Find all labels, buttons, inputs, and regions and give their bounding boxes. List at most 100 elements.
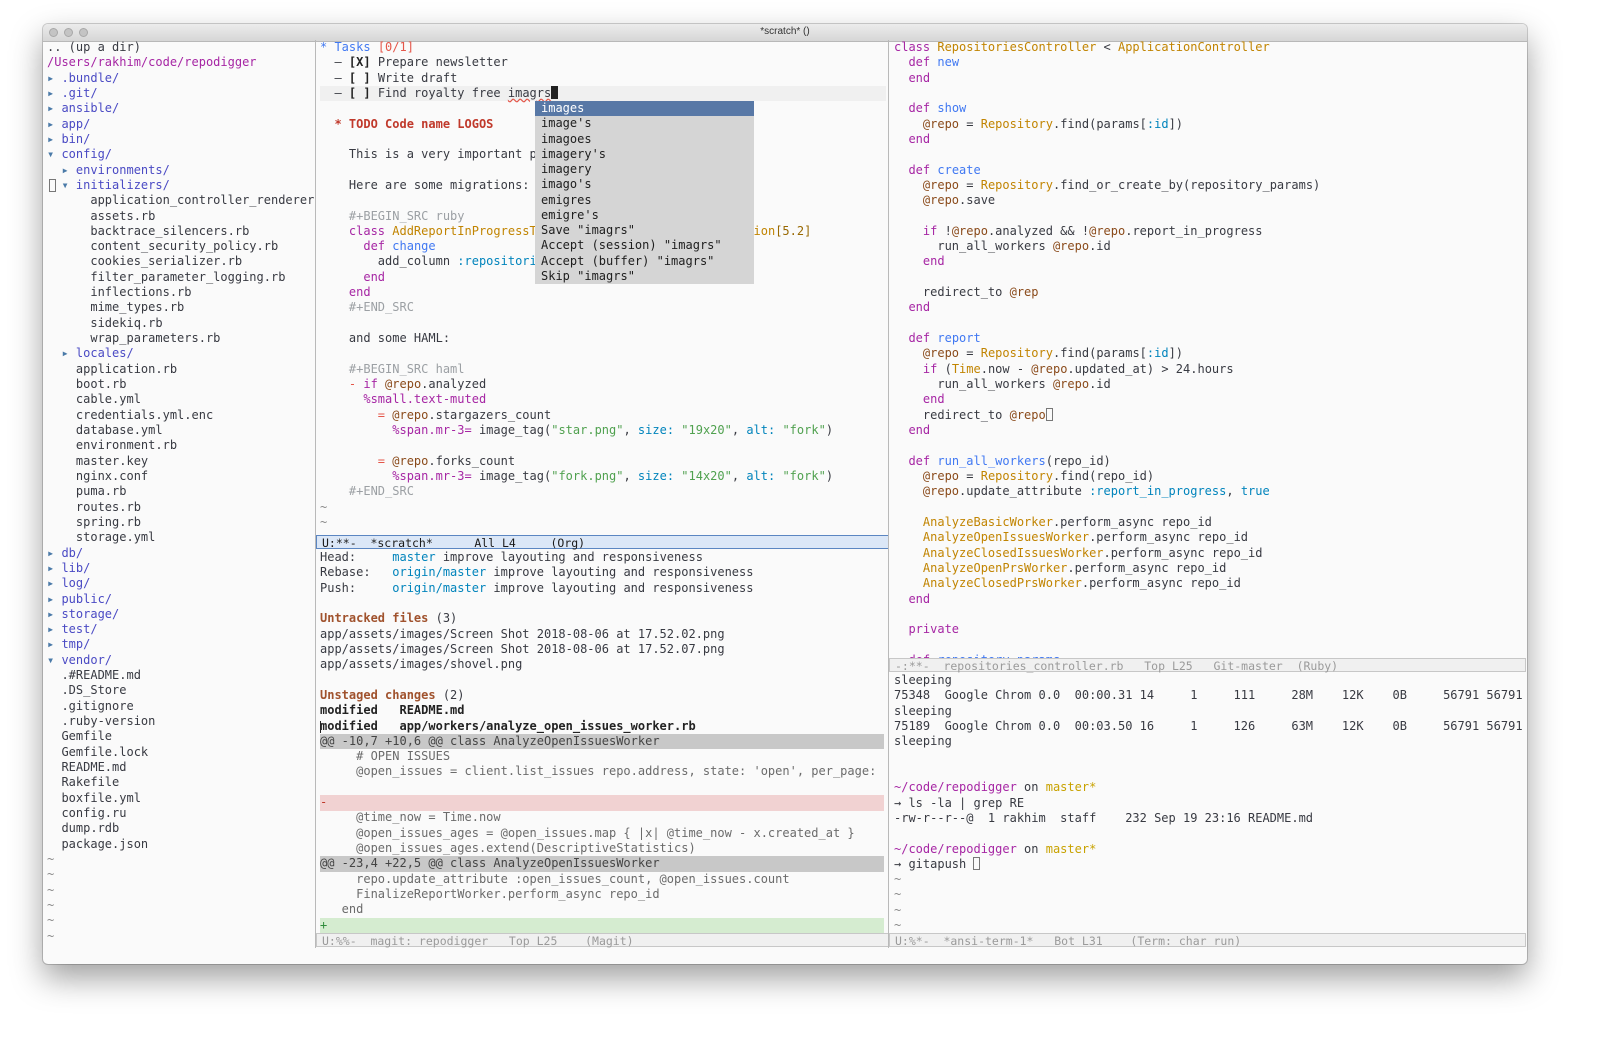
- ruby-text: AnalyzeClosedIssuesWorker: [922, 545, 1104, 560]
- ruby-text: :report_in_progress: [1089, 484, 1227, 499]
- dired-text: log/: [61, 576, 91, 591]
- dired-line: sidekiq.rb: [47, 316, 315, 331]
- completion-item[interactable]: imagery: [535, 162, 754, 177]
- magit-line: modified app/workers/analyze_open_issues…: [320, 719, 884, 734]
- text-cursor: [49, 178, 56, 192]
- dired-line: inflections.rb: [47, 285, 315, 300]
- scratch-text: –: [320, 70, 349, 85]
- dired-line: ~: [47, 929, 315, 944]
- completion-item[interactable]: Skip "imagrs": [535, 269, 754, 284]
- ruby-text: [894, 132, 908, 146]
- scratch-modeline: U:**- *scratch* All L4 (Org): [316, 535, 889, 550]
- dired-sidebar[interactable]: .. (up a dir)/Users/rakhim/code/repodigg…: [47, 40, 315, 948]
- scratch-text: –: [320, 55, 349, 70]
- magit-text: origin/master: [392, 580, 487, 595]
- scratch-text: This is a very important pr: [320, 147, 544, 162]
- scratch-line: #+BEGIN_SRC haml: [320, 362, 886, 377]
- dired-line: ▸ test/: [47, 622, 315, 637]
- ruby-text: .find(params[: [1052, 116, 1147, 131]
- ruby-text: :id: [1146, 346, 1169, 361]
- dired-line: ~: [47, 883, 315, 898]
- scratch-text: [0/1]: [377, 40, 414, 54]
- completion-item[interactable]: emigre's: [535, 208, 754, 223]
- term-line: ~: [894, 887, 1524, 902]
- scratch-text: if: [363, 377, 378, 392]
- ruby-line: [894, 637, 1524, 652]
- scratch-line: ~: [320, 515, 886, 530]
- window-divider[interactable]: [315, 40, 316, 948]
- completion-item[interactable]: emigres: [535, 193, 754, 208]
- scratch-text: %small.text-muted: [363, 392, 487, 407]
- ruby-text: ]): [1168, 346, 1184, 361]
- magit-line: @open_issues = client.list_issues repo.a…: [320, 764, 884, 779]
- ruby-text: [894, 346, 923, 360]
- scratch-line: ~: [320, 500, 886, 515]
- ruby-text: @repo: [922, 346, 960, 361]
- scratch-text: [378, 377, 385, 391]
- term-line: → gitapush: [894, 856, 1524, 872]
- dired-text: puma.rb: [47, 484, 127, 499]
- term-text: ~/code/repodigger: [894, 780, 1017, 795]
- completion-item[interactable]: Accept (buffer) "imagrs": [535, 254, 754, 269]
- magit-text: improve layouting and responsiveness: [486, 565, 754, 580]
- spell-completion-popup[interactable]: images image's imagoes imagery's imagery imag…: [535, 101, 754, 284]
- ruby-text: .analyzed && !: [987, 223, 1090, 238]
- scratch-text: [320, 270, 363, 284]
- completion-item[interactable]: imagoes: [535, 132, 754, 147]
- ruby-line: def create: [894, 163, 1524, 178]
- magit-text: modified app/workers/analyze_open_issues…: [320, 718, 696, 733]
- term-line: -rw-r--r--@ 1 rakhim staff 232 Sep 19 23…: [894, 811, 1524, 826]
- ruby-text: [894, 561, 923, 575]
- magit-line: modified README.md: [320, 703, 884, 718]
- scratch-text: ): [825, 423, 834, 437]
- magit-point: [320, 720, 321, 733]
- dired-text: Gemfile.lock: [47, 744, 149, 759]
- scratch-text: image_tag(: [471, 423, 552, 437]
- dired-text: ▸: [47, 637, 62, 652]
- ansi-term-buffer[interactable]: sleeping 75348 Google Chrom 0.0 00:00.31 …: [894, 673, 1524, 933]
- dired-text: filter_parameter_logging.rb: [47, 269, 286, 284]
- dired-text: assets.rb: [47, 208, 156, 223]
- dired-line: database.yml: [47, 423, 315, 438]
- scratch-text: TODO: [348, 116, 378, 131]
- ruby-text: <: [1096, 40, 1118, 54]
- dired-line: ▸ db/: [47, 546, 315, 561]
- scratch-text: [320, 469, 392, 483]
- scratch-line: end: [320, 285, 886, 300]
- magit-text: @open_issues_ages = @open_issues.map { |…: [320, 825, 855, 840]
- dired-line: Gemfile: [47, 729, 315, 744]
- dired-line: ▸ log/: [47, 576, 315, 591]
- completion-item[interactable]: image's: [535, 116, 754, 131]
- ruby-text: .perform_async repo_id: [1067, 560, 1227, 575]
- dired-line: ▸ tmp/: [47, 637, 315, 652]
- dired-text: spring.rb: [47, 514, 141, 529]
- dired-text: Rakefile: [47, 775, 120, 790]
- dired-text: content_security_policy.rb: [47, 239, 279, 254]
- dired-text: ▸: [47, 101, 62, 116]
- completion-item[interactable]: images: [535, 101, 754, 117]
- scratch-text: [320, 224, 349, 238]
- ruby-text: @rep: [1009, 285, 1039, 300]
- ruby-line: end: [894, 132, 1524, 147]
- ruby-line: run_all_workers @repo.id: [894, 377, 1524, 392]
- completion-item[interactable]: imago's: [535, 177, 754, 192]
- completion-item[interactable]: Save "imagrs": [535, 223, 754, 238]
- dired-line: .ruby-version: [47, 714, 315, 729]
- magit-status-buffer[interactable]: Head: master improve layouting and respo…: [320, 550, 884, 933]
- ruby-text: @repo: [922, 484, 960, 499]
- completion-item[interactable]: Accept (session) "imagrs": [535, 238, 754, 253]
- ruby-line: def run_all_workers(repo_id): [894, 454, 1524, 469]
- ruby-text: [894, 622, 908, 636]
- ruby-text: =: [959, 177, 981, 192]
- magit-text: Untracked files: [320, 611, 429, 626]
- ruby-buffer[interactable]: class RepositoriesController < Applicati…: [894, 40, 1524, 658]
- ruby-text: .find(params[: [1052, 346, 1147, 361]
- scratch-line: %span.mr-3= image_tag("fork.png", size: …: [320, 469, 886, 484]
- completion-item[interactable]: imagery's: [535, 147, 754, 162]
- term-text: ~: [894, 887, 902, 902]
- window-divider[interactable]: [888, 40, 889, 948]
- scratch-text: "fork": [782, 468, 826, 483]
- ruby-text: [894, 163, 908, 177]
- ruby-text: if: [922, 361, 938, 376]
- dired-text: ▸: [47, 591, 62, 606]
